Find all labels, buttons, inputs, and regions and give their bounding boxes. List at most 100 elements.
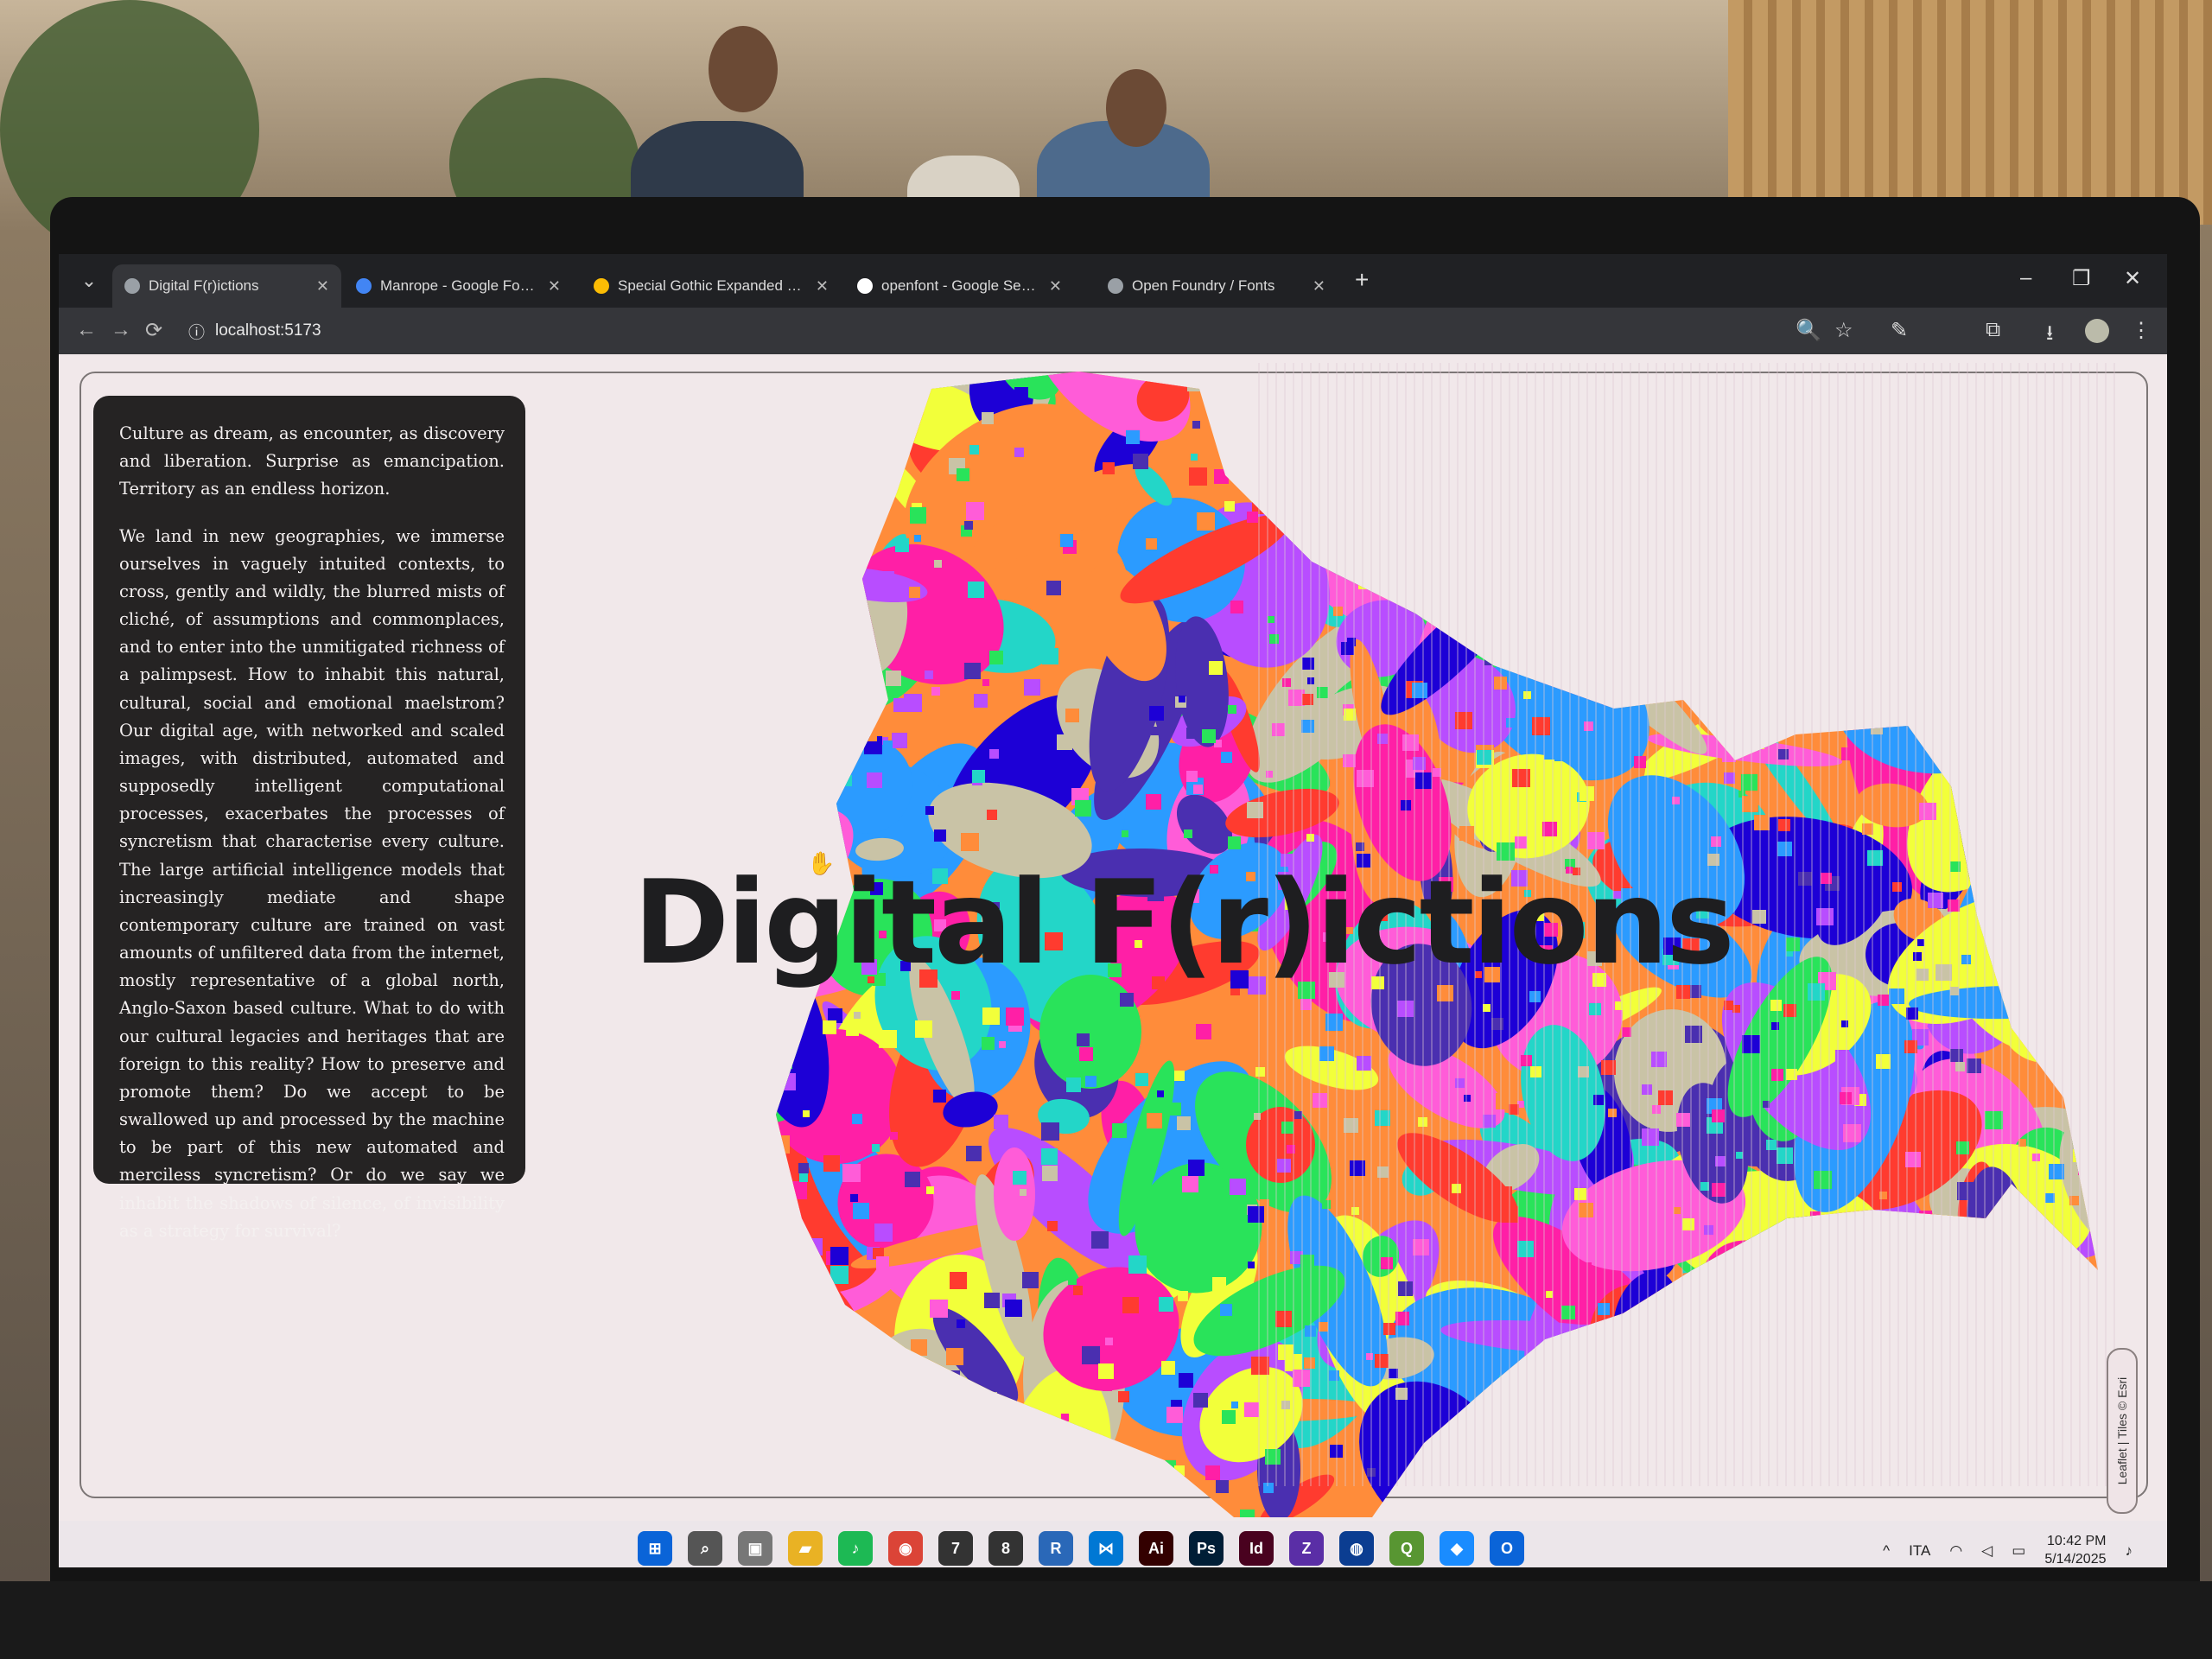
map-region [1825,1230,1865,1268]
outlook-icon[interactable]: O [1490,1531,1524,1566]
map-pixel [1255,1067,1265,1077]
map-pixel [1770,605,1781,616]
map-region [2032,425,2098,453]
close-tab-icon[interactable]: ✕ [1049,277,1062,296]
map-pixel [1387,463,1405,481]
close-tab-icon[interactable]: ✕ [816,277,829,296]
map-pixel [1424,1465,1438,1478]
restore-icon[interactable]: ❐ [2072,266,2091,291]
inkscape-7-icon[interactable]: 7 [938,1531,973,1566]
task-view-icon[interactable]: ▣ [738,1531,772,1566]
map-pixel [1484,655,1495,665]
close-window-icon[interactable]: ✕ [2124,266,2141,291]
map-pixel [1098,1363,1114,1379]
map-pixel [1961,955,1971,964]
map-pixel [1395,1312,1409,1325]
spotify-icon[interactable]: ♪ [838,1531,873,1566]
intro-paragraph: We land in new geographies, we immerse o… [119,525,505,1241]
map-attribution[interactable]: Leaflet | Tiles © Esri [2107,1348,2138,1514]
map-pixel [2065,1422,2082,1439]
new-tab-button[interactable]: + [1355,266,1369,294]
start-icon[interactable]: ⊞ [638,1531,672,1566]
map-pixel [1453,1404,1468,1419]
close-tab-icon[interactable]: ✕ [1313,277,1325,296]
map-pixel [1214,404,1229,419]
close-tab-icon[interactable]: ✕ [548,277,561,296]
wifi-icon[interactable]: ◠ [1949,1542,1962,1560]
map-pixel [1205,1465,1220,1480]
tab-openfont-search[interactable]: openfont - Google Search ✕ [845,264,1074,308]
tab-digital-frictions[interactable]: Digital F(r)ictions ✕ [112,264,341,308]
map-pixel [1377,1166,1389,1178]
map-pixel [735,806,747,817]
map-pixel [969,445,979,454]
app-z-icon[interactable]: Z [1289,1531,1324,1566]
map-pixel [1841,747,1854,760]
map-pixel [1905,1152,1921,1167]
qgis-icon[interactable]: Q [1389,1531,1424,1566]
volume-icon[interactable]: ◁ [1981,1542,1993,1560]
tab-special-gothic[interactable]: Special Gothic Expanded One ✕ [582,264,841,308]
notifications-icon[interactable]: ♪ [2126,1542,2133,1560]
tab-open-foundry[interactable]: Open Foundry / Fonts ✕ [1096,264,1338,308]
browser-menu-icon[interactable]: ⋮ [2131,318,2152,343]
map-pixel [1872,398,1882,409]
close-tab-icon[interactable]: ✕ [316,277,329,296]
map-pixel [1576,614,1583,621]
map-region [1753,391,1850,495]
minimize-icon[interactable]: – [2020,266,2031,290]
tab-search-chevron-icon[interactable]: ⌄ [76,270,102,296]
map-pixel [1631,407,1649,424]
download-icon[interactable]: ⭳ [2046,318,2053,353]
map-pixel [1484,395,1501,412]
map-region [1579,1371,1658,1482]
map-pixel [1134,1503,1141,1510]
map-pixel [1082,1346,1100,1364]
photoshop-icon[interactable]: Ps [1189,1531,1224,1566]
map-pixel [1733,409,1740,416]
map-pixel [2055,812,2069,826]
forward-icon[interactable]: → [111,318,131,342]
map-pixel [1634,756,1646,768]
tray-chevron-icon[interactable]: ^ [1883,1542,1890,1560]
map-pixel [1230,1179,1246,1195]
r-icon[interactable]: R [1039,1531,1073,1566]
map-pixel [1698,1314,1714,1331]
eyedropper-icon[interactable]: ✎ [1891,318,1908,343]
battery-icon[interactable]: ▭ [2012,1542,2025,1560]
map-pixel [1914,537,1927,550]
map-pixel [1773,579,1787,593]
chrome-icon[interactable]: ◉ [888,1531,923,1566]
map-pixel [1302,658,1314,670]
map-pixel [895,538,909,552]
bookmark-star-icon[interactable]: ☆ [1834,318,1853,343]
map-pixel [1906,1007,1918,1020]
inkscape-8-icon[interactable]: 8 [988,1531,1023,1566]
map-pixel [1126,430,1140,444]
zoom-icon[interactable]: 🔍 [1796,318,1821,343]
site-info-icon[interactable]: ⓘ [188,320,205,343]
clock[interactable]: 10:42 PM 5/14/2025 [2044,1533,2106,1567]
vscode-icon[interactable]: ⋈ [1089,1531,1123,1566]
reload-icon[interactable]: ⟳ [145,318,162,343]
map-pixel [2007,651,2024,668]
back-icon[interactable]: ← [76,318,97,342]
map-pixel [1950,987,1959,995]
tab-manrope[interactable]: Manrope - Google Fonts ✕ [344,264,573,308]
app-bird-icon[interactable]: ◆ [1440,1531,1474,1566]
map-region [2027,809,2098,925]
map-region [1446,432,1513,570]
map-pixel [1690,1319,1699,1327]
file-explorer-icon[interactable]: ▰ [788,1531,823,1566]
search-icon[interactable]: ⌕ [688,1531,722,1566]
map-region [2088,359,2133,435]
illustrator-icon[interactable]: Ai [1139,1531,1173,1566]
indesign-icon[interactable]: Id [1239,1531,1274,1566]
address-bar[interactable]: ⓘ localhost:5173 [188,315,1830,347]
profile-avatar[interactable] [2085,319,2109,343]
extensions-icon[interactable]: ⧉ [1986,318,2000,342]
language-indicator[interactable]: ITA [1909,1542,1930,1560]
map-pixel [903,1439,911,1446]
app-globe-icon[interactable]: ◍ [1339,1531,1374,1566]
map-pixel [1794,545,1801,552]
